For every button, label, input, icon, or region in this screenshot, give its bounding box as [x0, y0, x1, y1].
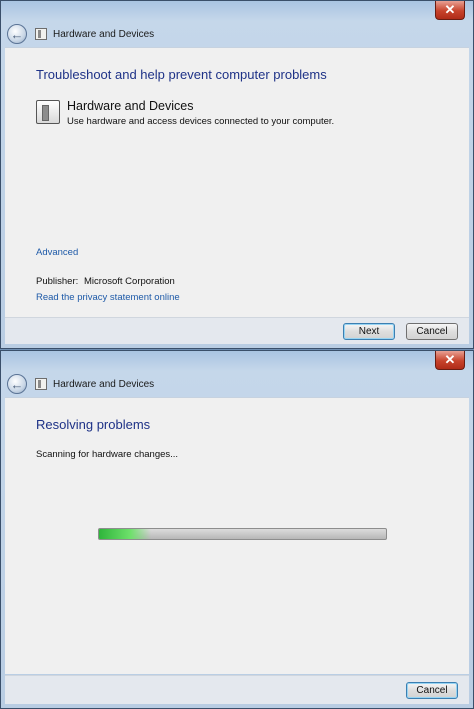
page-heading: Resolving problems: [36, 417, 151, 432]
troubleshooter-window-start: ✕ ← Hardware and Devices Troubleshoot an…: [0, 0, 474, 349]
progress-bar-fill: [99, 529, 151, 539]
privacy-statement-link[interactable]: Read the privacy statement online: [36, 292, 180, 303]
progress-bar: [98, 528, 387, 540]
title-bar: ✕ ← Hardware and Devices: [1, 351, 473, 397]
close-button[interactable]: ✕: [435, 1, 465, 20]
hardware-devices-icon: [35, 28, 47, 40]
troubleshooter-description: Use hardware and access devices connecte…: [67, 116, 335, 127]
back-arrow-icon[interactable]: ←: [7, 374, 27, 394]
advanced-link[interactable]: Advanced: [36, 247, 78, 258]
back-arrow-icon[interactable]: ←: [7, 24, 27, 44]
close-button[interactable]: ✕: [435, 351, 465, 370]
window-title: Hardware and Devices: [53, 29, 155, 40]
troubleshooter-window-resolving: ✕ ← Hardware and Devices Resolving probl…: [0, 350, 474, 709]
next-button[interactable]: Next: [343, 323, 395, 340]
cancel-button[interactable]: Cancel: [406, 682, 458, 699]
hardware-devices-icon: [36, 100, 60, 124]
window-title: Hardware and Devices: [53, 379, 155, 390]
content-pane: Troubleshoot and help prevent computer p…: [5, 47, 469, 320]
button-bar: Next Cancel: [5, 317, 469, 344]
troubleshooter-title: Hardware and Devices: [67, 99, 194, 113]
button-bar: Cancel: [5, 675, 469, 704]
page-heading: Troubleshoot and help prevent computer p…: [36, 67, 327, 82]
cancel-button[interactable]: Cancel: [406, 323, 458, 340]
hardware-devices-icon: [35, 378, 47, 390]
publisher-value: Microsoft Corporation: [84, 276, 175, 287]
content-pane: Resolving problems Scanning for hardware…: [5, 397, 469, 674]
publisher-label: Publisher:: [36, 276, 79, 287]
status-text: Scanning for hardware changes...: [36, 449, 179, 460]
title-bar: ✕ ← Hardware and Devices: [1, 1, 473, 47]
